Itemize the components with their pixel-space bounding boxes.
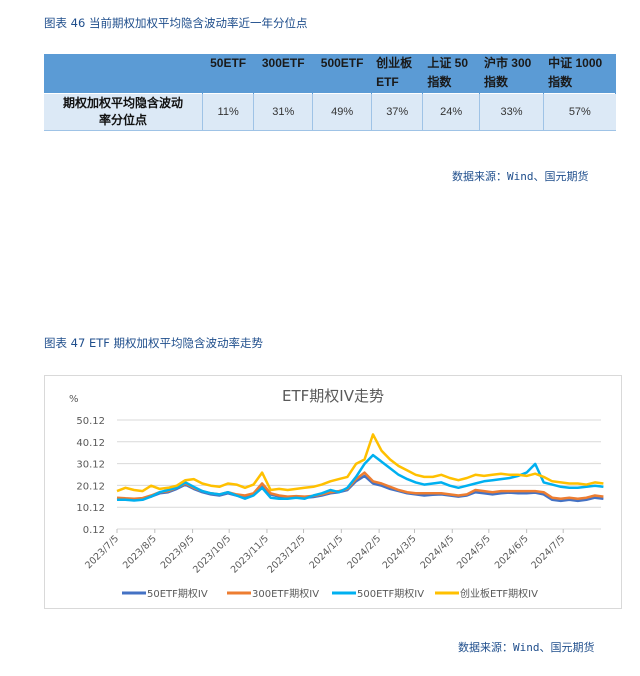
header-text-line: ETF	[376, 75, 399, 89]
x-tick-label: 2023/7/5	[83, 533, 121, 571]
legend-label: 300ETF期权IV	[252, 587, 319, 600]
percentile-value-cell: 37%	[371, 93, 424, 131]
y-tick-label: 10.12	[76, 503, 105, 514]
header-text-line: 中证 1000	[548, 56, 603, 70]
percentile-value-cell: 33%	[479, 93, 545, 131]
legend-label: 50ETF期权IV	[147, 587, 208, 600]
iv-line-chart: ETF期权IV走势 % 0.12 10.12 20.12 30.12 40.12 50.1…	[69, 387, 604, 600]
table-header-cell: 50ETF	[202, 54, 255, 94]
header-text-line: 上证 50	[427, 56, 469, 70]
row-label-line: 期权加权平均隐含波动	[62, 96, 183, 110]
percentile-value-cell: 49%	[312, 93, 373, 131]
table-header-corner	[44, 54, 203, 94]
x-tick-label: 2024/1/5	[307, 533, 345, 571]
row-label-line: 率分位点	[98, 113, 147, 127]
y-axis-unit: %	[69, 394, 79, 405]
percentile-value-cell: 11%	[202, 93, 255, 131]
legend-label: 500ETF期权IV	[357, 587, 424, 600]
x-tick-label: 2024/6/5	[493, 533, 531, 571]
header-text-line: 创业板	[376, 56, 413, 70]
iv-percentile-table: 50ETF 300ETF 500ETF 创业板 ETF 上证 50 指数 沪市 300 指数 中证…	[44, 54, 616, 131]
x-tick-label: 2023/10/5	[191, 533, 233, 575]
header-text-line: 300ETF	[261, 56, 305, 70]
y-tick-label: 20.12	[76, 481, 105, 492]
legend: 50ETF期权IV 300ETF期权IV 500ETF期权IV 创业板ETF期权IV	[122, 587, 538, 600]
x-tick-label: 2024/7/5	[529, 533, 567, 571]
header-text-line: 指数	[427, 75, 452, 89]
y-tick-label: 40.12	[76, 438, 105, 449]
chart-title: ETF期权IV走势	[282, 387, 384, 405]
chart-container: ETF期权IV走势 % 0.12 10.12 20.12 30.12 40.12 50.1…	[44, 375, 622, 609]
table-source-note: 数据来源：Wind、国元期货	[452, 170, 589, 183]
table-header-cell: 中证 1000 指数	[543, 54, 616, 94]
legend-label: 创业板ETF期权IV	[460, 587, 538, 600]
header-text-line: 沪市 300	[483, 56, 532, 70]
series-line-3	[116, 433, 604, 493]
x-tick-label: 2024/5/5	[455, 533, 493, 571]
x-tick-label: 2023/9/5	[159, 533, 197, 571]
series-lines	[116, 433, 604, 503]
table-header-cell: 上证 50 指数	[422, 54, 480, 94]
table-header-cell: 500ETF	[312, 54, 373, 94]
y-axis-ticks: 0.12 10.12 20.12 30.12 40.12 50.12	[76, 416, 105, 536]
percentile-value-cell: 57%	[543, 93, 616, 131]
table-header-cell: 沪市 300 指数	[479, 54, 545, 94]
x-tick-label: 2024/3/5	[381, 533, 419, 571]
percentile-value-cell: 24%	[422, 93, 480, 131]
x-tick-label: 2024/2/5	[345, 533, 383, 571]
x-tick-label: 2023/8/5	[121, 533, 159, 571]
table-row: 期权加权平均隐含波动 率分位点 11% 31% 49% 37% 24% 33% 57%	[44, 93, 616, 131]
y-tick-label: 0.12	[83, 525, 105, 536]
x-tick-label: 2023/12/5	[265, 533, 307, 575]
y-tick-label: 50.12	[76, 416, 105, 427]
row-label: 期权加权平均隐含波动 率分位点	[44, 93, 203, 131]
table-header-row: 50ETF 300ETF 500ETF 创业板 ETF 上证 50 指数 沪市 300 指数 中证…	[44, 54, 616, 94]
y-tick-label: 30.12	[76, 460, 105, 471]
x-tick-label: 2023/11/5	[229, 533, 271, 575]
header-text-line: 指数	[548, 75, 573, 89]
header-text-line: 指数	[483, 75, 508, 89]
table-header-cell: 300ETF	[253, 54, 314, 94]
chart-source-note: 数据来源：Wind、国元期货	[458, 641, 595, 654]
header-text-line: 500ETF	[320, 56, 364, 70]
table-caption: 图表 46 当前期权加权平均隐含波动率近一年分位点	[44, 16, 308, 30]
chart-caption: 图表 47 ETF 期权加权平均隐含波动率走势	[44, 336, 264, 350]
header-text-line: 50ETF	[210, 56, 247, 70]
x-tick-label: 2024/4/5	[418, 533, 456, 571]
table-header-cell: 创业板 ETF	[371, 54, 424, 94]
x-axis-ticks: 2023/7/5 2023/8/5 2023/9/52023/10/52023/11…	[83, 529, 567, 576]
percentile-value-cell: 31%	[253, 93, 314, 131]
